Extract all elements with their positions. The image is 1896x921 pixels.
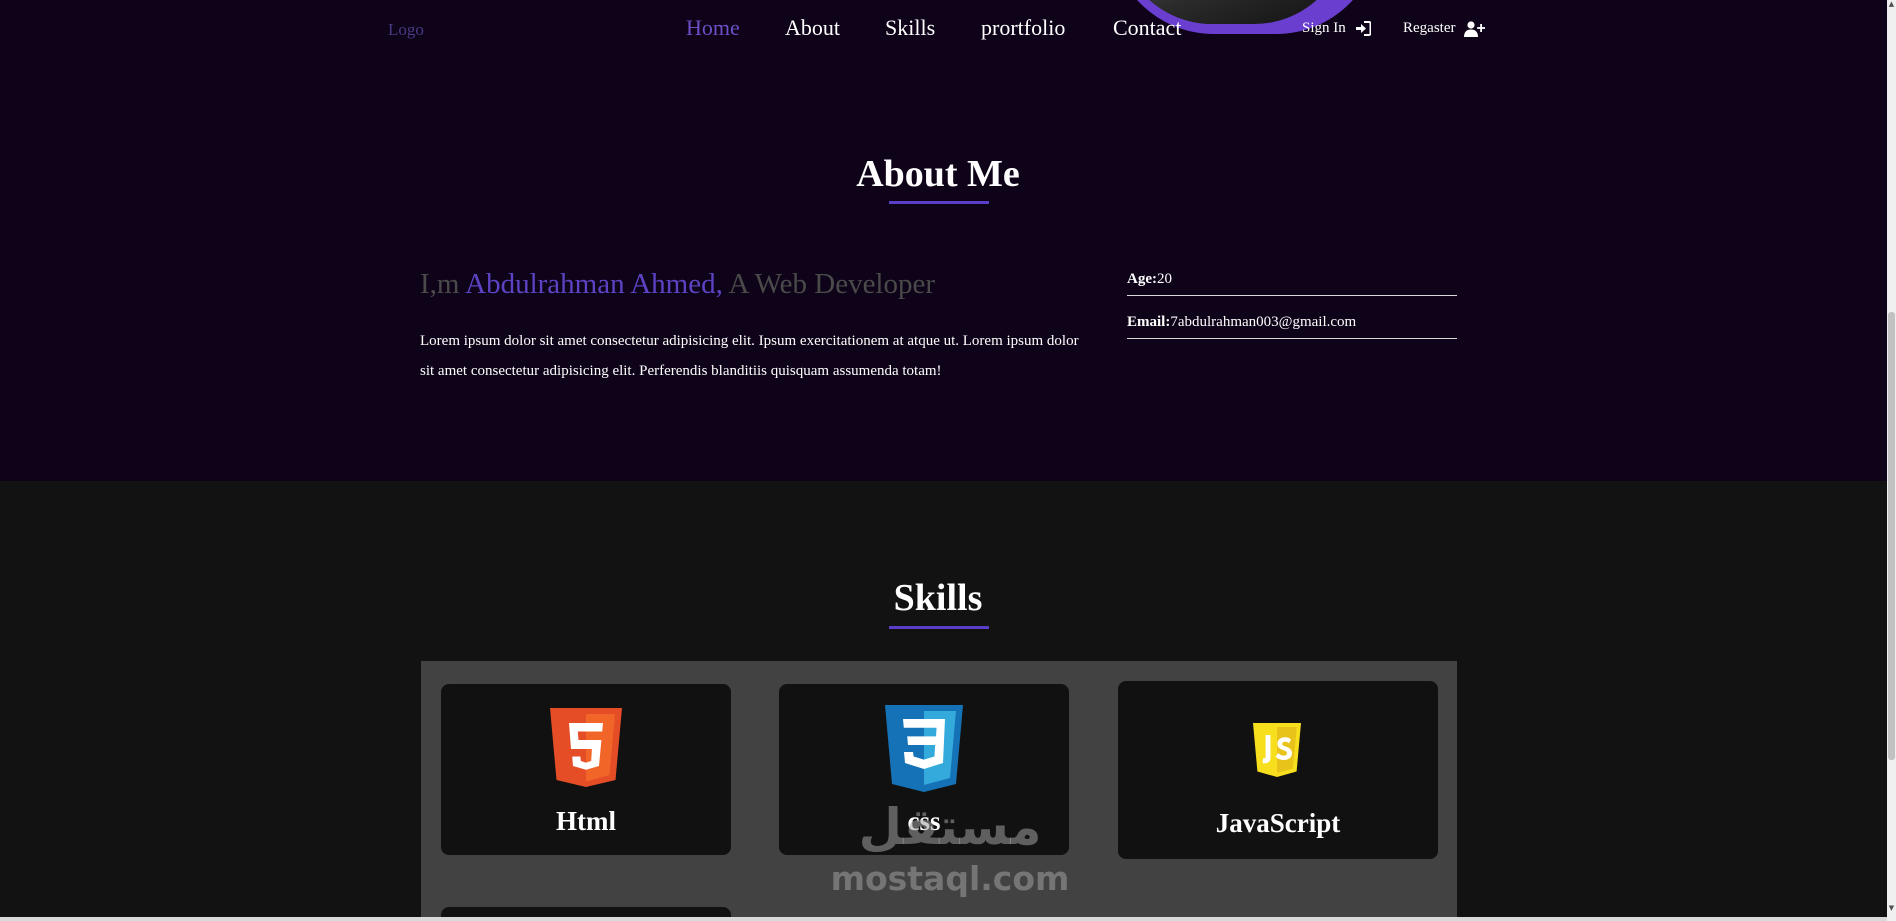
skills-panel: Html css JavaScript xyxy=(421,661,1457,921)
age-value: 20 xyxy=(1157,271,1172,287)
skill-card-javascript[interactable]: JavaScript xyxy=(1118,681,1438,859)
developer-name: Abdulrahman Ahmed, xyxy=(465,268,723,300)
vertical-scrollbar[interactable]: ▲ ▼ xyxy=(1887,0,1896,921)
intro-description: Lorem ipsum dolor sit amet consectetur a… xyxy=(420,333,1079,379)
intro-heading: I,m Abdulrahman Ahmed, A Web Developer xyxy=(420,268,935,301)
skill-label-html: Html xyxy=(556,806,616,836)
navbar: Logo Home About Skills prortfolio Contac… xyxy=(0,0,1887,60)
logo[interactable]: Logo xyxy=(388,20,424,40)
javascript-icon xyxy=(1253,723,1301,777)
nav-link-skills[interactable]: Skills xyxy=(885,15,935,41)
skills-title-underline xyxy=(889,626,989,629)
sign-in-icon xyxy=(1355,21,1371,36)
skill-card-css[interactable]: css xyxy=(779,684,1069,855)
user-plus-icon xyxy=(1464,20,1486,37)
skill-card-html[interactable]: Html xyxy=(441,684,731,855)
age-label: Age: xyxy=(1127,271,1157,287)
nav-link-portfolio[interactable]: prortfolio xyxy=(981,15,1065,41)
sign-in-link[interactable]: Sign In xyxy=(1302,20,1371,37)
info-row-email: Email:7abdulrahman003@gmail.com xyxy=(1127,306,1457,339)
register-label: Regaster xyxy=(1403,20,1456,36)
skill-label-css: css xyxy=(907,806,941,836)
page: Logo Home About Skills prortfolio Contac… xyxy=(0,0,1896,921)
info-row-age: Age:20 xyxy=(1127,263,1457,296)
about-title: About Me xyxy=(856,153,1020,195)
intro-prefix: I,m xyxy=(420,268,466,300)
skill-label-javascript: JavaScript xyxy=(1215,808,1341,838)
horizontal-scrollbar[interactable] xyxy=(0,917,1887,921)
register-link[interactable]: Regaster xyxy=(1403,20,1486,37)
css3-icon xyxy=(885,705,963,792)
html5-icon xyxy=(550,708,622,787)
sign-in-label: Sign In xyxy=(1302,20,1346,36)
nav-link-home[interactable]: Home xyxy=(686,15,740,41)
email-value: 7abdulrahman003@gmail.com xyxy=(1170,314,1357,330)
intro-suffix: A Web Developer xyxy=(722,268,936,300)
scroll-thumb[interactable] xyxy=(1888,312,1895,760)
scroll-down-arrow-icon[interactable]: ▼ xyxy=(1887,904,1896,913)
scroll-up-arrow-icon[interactable]: ▲ xyxy=(1887,0,1896,9)
nav-link-about[interactable]: About xyxy=(785,15,840,41)
about-title-underline xyxy=(889,201,989,204)
skills-title: Skills xyxy=(893,577,983,619)
about-section: Logo Home About Skills prortfolio Contac… xyxy=(0,0,1887,481)
nav-link-contact[interactable]: Contact xyxy=(1113,15,1181,41)
email-label: Email: xyxy=(1127,314,1171,330)
